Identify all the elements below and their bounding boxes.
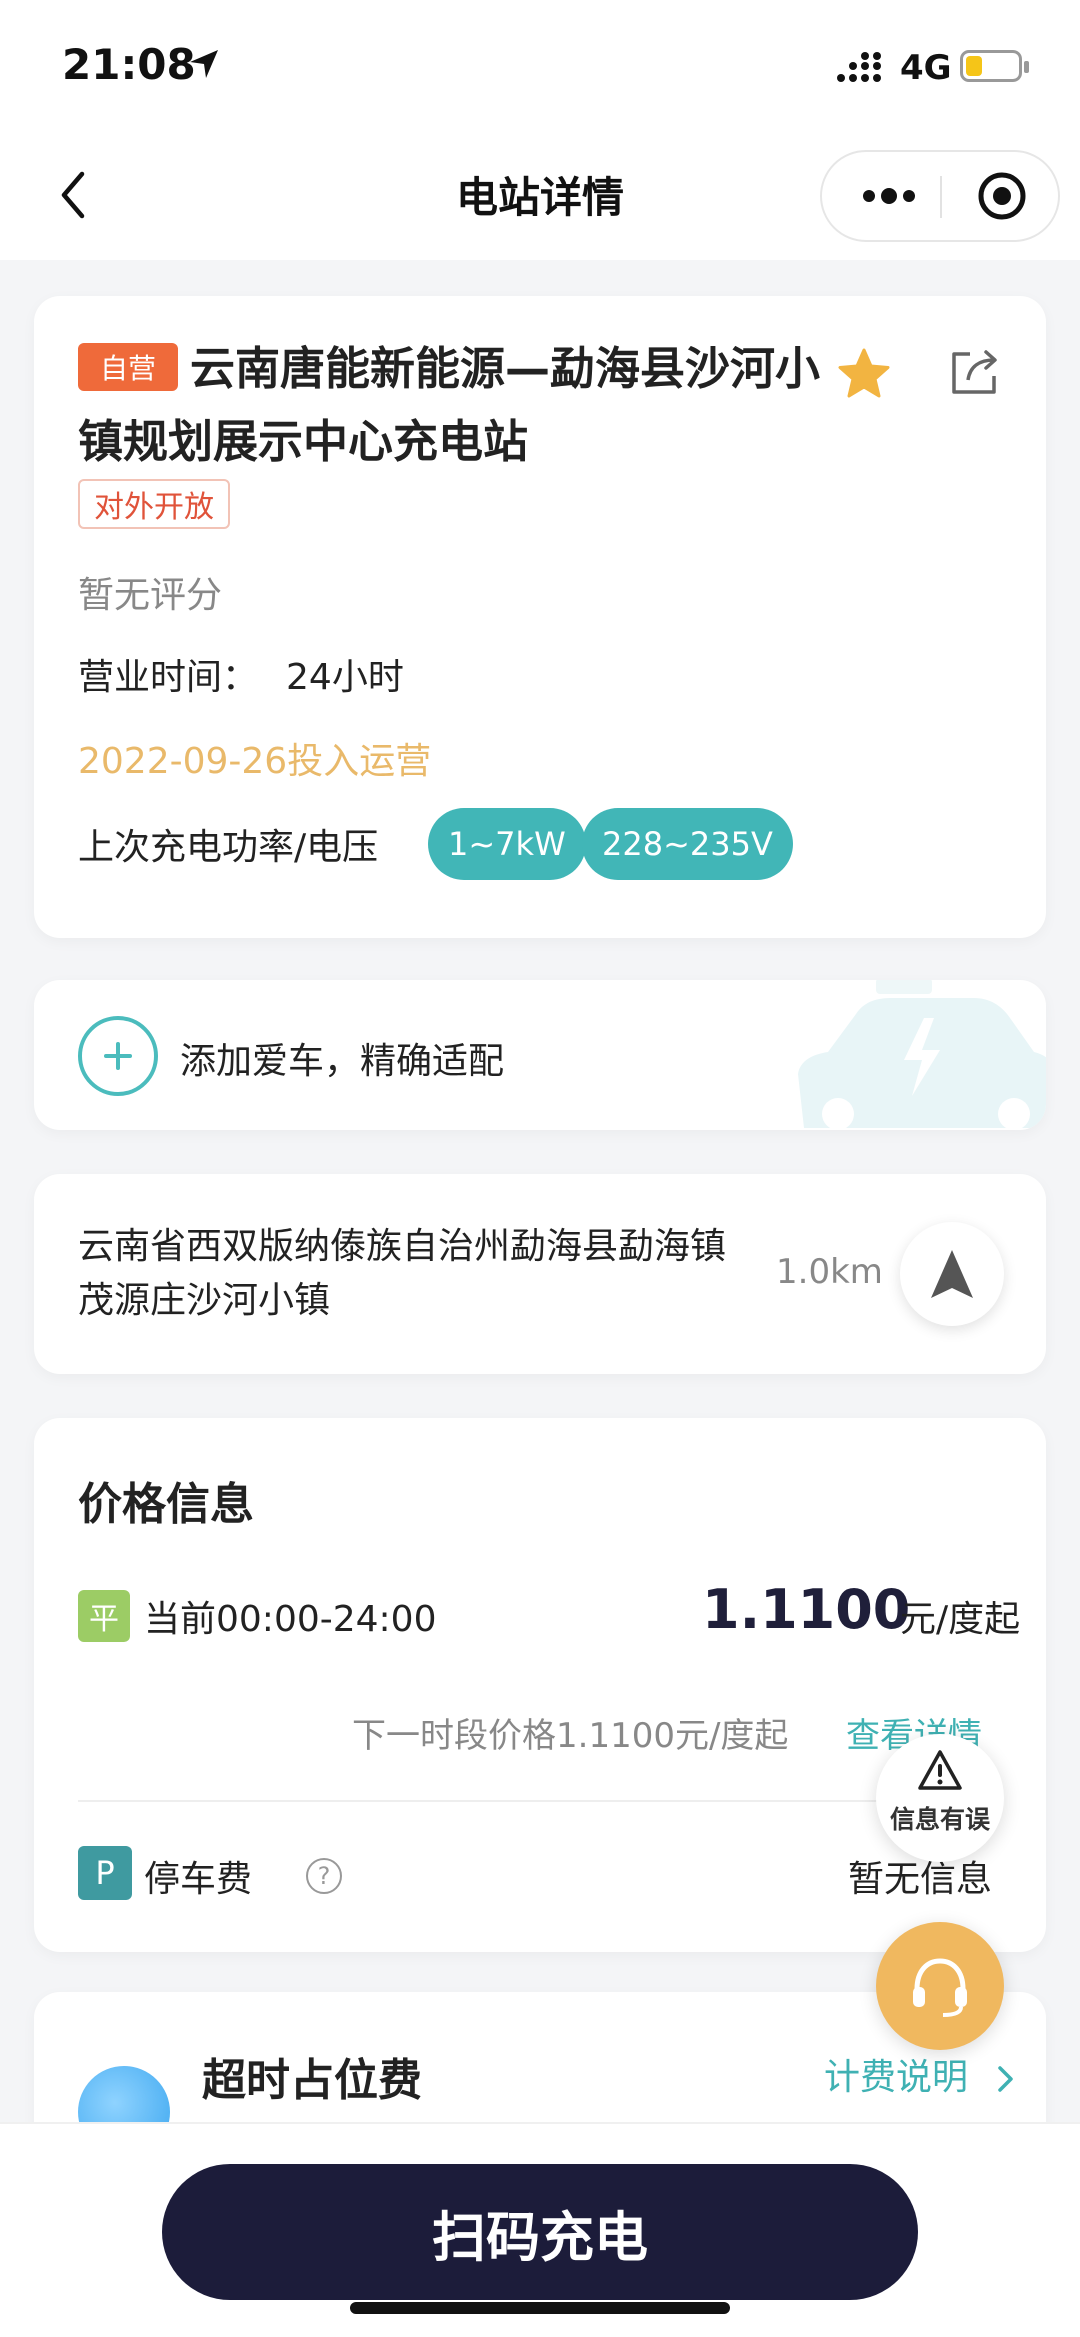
flat-period-badge: 平 <box>78 1590 130 1642</box>
next-period-price: 下一时段价格1.1100元/度起 <box>352 1716 789 1756</box>
close-mini-program-button[interactable] <box>962 168 1042 224</box>
hours-label: 营业时间： <box>78 657 259 698</box>
add-car-card[interactable]: 添加爱车，精确适配 <box>34 980 1046 1130</box>
signal-icon <box>837 52 881 82</box>
station-info-card: 云南唐能新能源—勐海县沙河小镇规划展示中心充电站 自营 对外开放 暂无评分 营业… <box>34 296 1046 938</box>
parking-fee-label: 停车费 <box>144 1859 253 1900</box>
add-car-text: 添加爱车，精确适配 <box>180 1041 505 1082</box>
self-operated-badge: 自营 <box>78 343 178 391</box>
more-dots-icon <box>863 188 915 204</box>
more-button[interactable] <box>844 168 934 224</box>
operation-date: 2022-09-26投入运营 <box>78 741 432 782</box>
navigate-button[interactable] <box>900 1222 1004 1326</box>
last-power-label: 上次充电功率/电压 <box>78 827 379 868</box>
share-icon[interactable] <box>944 342 1004 402</box>
warning-icon <box>918 1750 962 1790</box>
report-error-button[interactable]: 信息有误 <box>876 1734 1004 1862</box>
rating-text: 暂无评分 <box>78 575 223 616</box>
star-icon[interactable] <box>834 344 894 404</box>
hours-value: 24小时 <box>286 657 404 698</box>
address-text: 云南省西双版纳傣族自治州勐海县勐海镇茂源庄沙河小镇 <box>78 1226 727 1321</box>
price-section-title: 价格信息 <box>78 1479 254 1530</box>
price-unit: 元/度起 <box>900 1599 1021 1640</box>
overtime-fee-title: 超时占位费 <box>202 2055 422 2106</box>
open-to-public-tag: 对外开放 <box>78 479 230 529</box>
station-name: 云南唐能新能源—勐海县沙河小镇规划展示中心充电站 <box>78 342 821 468</box>
divider <box>78 1800 1002 1802</box>
location-arrow-icon <box>190 50 218 78</box>
nav-bar: 电站详情 <box>0 130 1080 260</box>
business-hours: 营业时间： 24小时 <box>78 648 404 700</box>
chevron-right-icon <box>998 2066 1014 2092</box>
parking-badge: P <box>78 1846 132 1900</box>
price-info-card: 价格信息 平 当前00:00-24:00 1.1100 元/度起 下一时段价格1… <box>34 1418 1046 1952</box>
network-type: 4G <box>900 48 952 88</box>
distance-text: 1.0km <box>776 1252 883 1292</box>
record-target-icon <box>978 172 1026 220</box>
help-icon[interactable]: ? <box>306 1858 342 1894</box>
home-indicator <box>350 2302 730 2314</box>
battery-icon <box>960 50 1029 82</box>
customer-support-button[interactable] <box>876 1922 1004 2050</box>
capsule-divider <box>940 176 942 218</box>
plus-circle-icon[interactable] <box>78 1016 158 1096</box>
billing-link-label: 计费说明 <box>824 2057 969 2098</box>
headset-icon <box>913 1958 967 2017</box>
current-price: 1.1100 <box>702 1578 911 1641</box>
power-pill: 1~7kW <box>428 808 586 880</box>
current-period: 当前00:00-24:00 <box>144 1599 437 1640</box>
voltage-pill: 228~235V <box>582 808 793 880</box>
status-time: 21:08 <box>62 40 196 89</box>
electric-car-icon <box>798 980 1046 1130</box>
mini-program-capsule <box>820 150 1060 242</box>
navigation-arrow-icon <box>931 1250 973 1298</box>
scan-to-charge-button[interactable]: 扫码充电 <box>162 2164 918 2300</box>
status-bar: 21:08 4G <box>0 0 1080 130</box>
report-error-label: 信息有误 <box>889 1805 990 1834</box>
billing-explanation-link[interactable]: 计费说明 <box>824 2048 1017 2100</box>
address-card: 云南省西双版纳傣族自治州勐海县勐海镇茂源庄沙河小镇 1.0km <box>34 1174 1046 1374</box>
